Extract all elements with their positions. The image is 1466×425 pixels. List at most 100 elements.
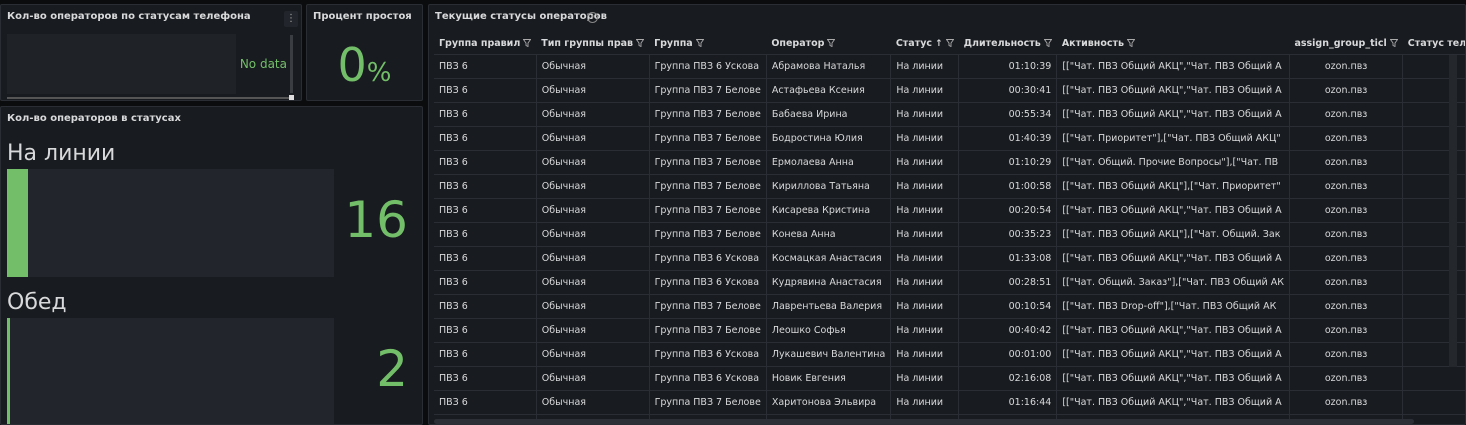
table-cell: [["Чат. ПВЗ Общий АКЦ"],["Чат. Общий. За… xyxy=(1056,222,1290,247)
table-cell: ПВЗ 6 xyxy=(434,150,537,175)
table-row[interactable]: ПВЗ 6 Обычная Группа ПВЗ 7 Белове Конева Ан… xyxy=(434,222,1465,247)
column-header-group[interactable]: Группа xyxy=(649,33,767,55)
table-cell: Группа ПВЗ 6 Ускова xyxy=(649,246,767,271)
table-row[interactable]: ПВЗ 6 Обычная Группа ПВЗ 7 Белове Кириллова… xyxy=(434,174,1465,199)
table-cell: ozon.пвз xyxy=(1289,102,1404,127)
column-header-status[interactable]: Статус ↑ xyxy=(890,33,959,55)
table-cell: [["Чат. ПВЗ Общий АКЦ","Чат. ПВЗ Общий А xyxy=(1056,198,1290,223)
table-cell: ozon.пвз xyxy=(1289,126,1404,151)
table-row[interactable]: ПВЗ 6 Обычная Группа ПВЗ 7 Белове Кисарева … xyxy=(434,198,1465,223)
table-cell: На линии xyxy=(890,246,960,271)
table-row[interactable]: ПВЗ 6 Обычная Группа ПВЗ 7 Белове Харитонов… xyxy=(434,390,1465,415)
status-label-online: На линии xyxy=(7,141,116,166)
table-cell: 01:33:08 xyxy=(958,246,1058,271)
table-cell: На линии xyxy=(890,342,960,367)
resize-handle[interactable] xyxy=(289,95,294,100)
bar-gauge-fill-lunch xyxy=(7,318,10,424)
column-header-duration[interactable]: Длительность xyxy=(958,33,1057,55)
table-row[interactable]: ПВЗ 6 Обычная Группа ПВЗ 7 Белове Бабаева И… xyxy=(434,102,1465,127)
filter-icon[interactable] xyxy=(695,39,704,47)
table-cell: Ермолаева Анна xyxy=(766,150,892,175)
table-cell: [["Чат. ПВЗ Общий АКЦ","Чат. ПВЗ Общий А xyxy=(1056,318,1290,343)
table-row[interactable]: ПВЗ 6 Обычная Группа ПВЗ 6 Ускова Абрамова … xyxy=(434,54,1465,79)
column-header-group-type[interactable]: Тип группы прав xyxy=(536,33,650,55)
column-header-activity[interactable]: Активность xyxy=(1056,33,1290,55)
table-cell: 01:10:29 xyxy=(958,150,1058,175)
column-header-phone-status[interactable]: Статус теле xyxy=(1402,33,1465,55)
status-label-lunch: Обед xyxy=(7,290,67,315)
filter-icon[interactable] xyxy=(945,39,954,47)
vertical-scrollbar[interactable] xyxy=(290,35,293,93)
table-cell: Бодростина Юлия xyxy=(766,126,892,151)
filter-icon[interactable] xyxy=(1127,39,1136,47)
table-row[interactable]: ПВЗ 6 Обычная Группа ПВЗ 7 Белове Ермолаева… xyxy=(434,150,1465,175)
table-header: Группа правил Тип группы прав Группа Опе… xyxy=(434,33,1465,55)
table-row[interactable]: ПВЗ 6 Обычная Группа ПВЗ 7 Белове Астафьева… xyxy=(434,78,1465,103)
table-cell: ozon.пвз xyxy=(1289,246,1404,271)
vertical-scrollbar[interactable] xyxy=(1449,55,1457,367)
table-cell: Харитонова Эльвира xyxy=(766,390,892,415)
idle-percent-panel: Процент простоя 0% xyxy=(306,4,423,101)
panel-title: Текущие статусы операторов xyxy=(435,11,607,22)
table-cell: Новик Евгения xyxy=(766,366,892,391)
info-icon[interactable]: i xyxy=(587,12,598,23)
table-cell: На линии xyxy=(890,270,960,295)
table-cell: Обычная xyxy=(536,78,650,103)
table-cell: Кириллова Татьяна xyxy=(766,174,892,199)
column-header-rule-group[interactable]: Группа правил xyxy=(434,33,537,55)
sort-ascending-icon[interactable]: ↑ xyxy=(935,39,943,49)
table-cell: Бабаева Ирина xyxy=(766,102,892,127)
table-cell: [["Чат. ПВЗ Общий АКЦ","Чат. ПВЗ Общий А xyxy=(1056,54,1290,79)
table-cell: Обычная xyxy=(536,294,650,319)
table-cell: ozon.пвз xyxy=(1289,270,1404,295)
table-cell: Кудрявина Анастасия xyxy=(766,270,892,295)
table-cell: [["Чат. ПВЗ Общий АКЦ"],["Чат. Приоритет… xyxy=(1056,174,1290,199)
table-cell: ozon.пвз xyxy=(1289,150,1404,175)
table-cell: Обычная xyxy=(536,198,650,223)
column-header-operator[interactable]: Оператор xyxy=(766,33,891,55)
table-cell: Леошко Софья xyxy=(766,318,892,343)
filter-icon[interactable] xyxy=(1043,39,1052,47)
table-cell: [["Чат. ПВЗ Drop-off"],["Чат. ПВЗ Общий … xyxy=(1056,294,1290,319)
table-cell: ПВЗ 6 xyxy=(434,390,537,415)
table-cell: Обычная xyxy=(536,318,650,343)
horizontal-scrollbar[interactable] xyxy=(434,419,1414,424)
table-cell: Группа ПВЗ 7 Белове xyxy=(649,318,767,343)
table-row[interactable]: ПВЗ 6 Обычная Группа ПВЗ 6 Ускова Космацкая… xyxy=(434,246,1465,271)
table-row[interactable]: ПВЗ 6 Обычная Группа ПВЗ 6 Ускова Кудрявина… xyxy=(434,270,1465,295)
filter-icon[interactable] xyxy=(1389,39,1398,47)
table-row[interactable]: ПВЗ 6 Обычная Группа ПВЗ 7 Белове Бодростин… xyxy=(434,126,1465,151)
horizontal-scrollbar[interactable] xyxy=(7,97,289,99)
table-cell: [["Чат. Общий. Заказ"],["Чат. ПВЗ Общий … xyxy=(1056,270,1290,295)
table-cell: 00:28:51 xyxy=(958,270,1058,295)
table-cell: Обычная xyxy=(536,342,650,367)
table-cell: На линии xyxy=(890,150,960,175)
table-cell: Группа ПВЗ 7 Белове xyxy=(649,150,767,175)
table-cell: 00:01:00 xyxy=(958,342,1058,367)
table-cell: Группа ПВЗ 6 Ускова xyxy=(649,270,767,295)
operators-table: Группа правил Тип группы прав Группа Опе… xyxy=(434,33,1465,424)
filter-icon[interactable] xyxy=(636,39,645,47)
table-cell: ПВЗ 6 xyxy=(434,54,537,79)
bar-gauge-lunch xyxy=(7,318,334,424)
column-header-assign-group[interactable]: assign_group_ticl xyxy=(1289,33,1403,55)
kebab-icon[interactable]: ⋮ xyxy=(284,11,298,27)
table-row[interactable]: ПВЗ 6 Обычная Группа ПВЗ 6 Ускова Лукашевич… xyxy=(434,342,1465,367)
table-cell: [["Чат. Общий. Прочие Вопросы"],["Чат. П… xyxy=(1056,150,1290,175)
table-cell: Группа ПВЗ 6 Ускова xyxy=(649,342,767,367)
table-cell: Кисарева Кристина xyxy=(766,198,892,223)
no-data-text: No data xyxy=(239,57,287,71)
panel-title: Процент простоя xyxy=(313,11,412,22)
table-cell: Обычная xyxy=(536,366,650,391)
table-cell: Группа ПВЗ 7 Белове xyxy=(649,126,767,151)
filter-icon[interactable] xyxy=(827,39,836,47)
table-cell: На линии xyxy=(890,126,960,151)
table-cell: [["Чат. Приоритет"],["Чат. ПВЗ Общий АКЦ… xyxy=(1056,126,1290,151)
filter-icon[interactable] xyxy=(523,39,532,47)
table-cell: ПВЗ 6 xyxy=(434,294,537,319)
table-row[interactable]: ПВЗ 6 Обычная Группа ПВЗ 6 Ускова Новик Евг… xyxy=(434,366,1465,391)
table-cell: [["Чат. ПВЗ Общий АКЦ","Чат. ПВЗ Общий А xyxy=(1056,246,1290,271)
table-cell: На линии xyxy=(890,318,960,343)
table-row[interactable]: ПВЗ 6 Обычная Группа ПВЗ 7 Белове Леошко Со… xyxy=(434,318,1465,343)
table-row[interactable]: ПВЗ 6 Обычная Группа ПВЗ 7 Белове Лаврентье… xyxy=(434,294,1465,319)
